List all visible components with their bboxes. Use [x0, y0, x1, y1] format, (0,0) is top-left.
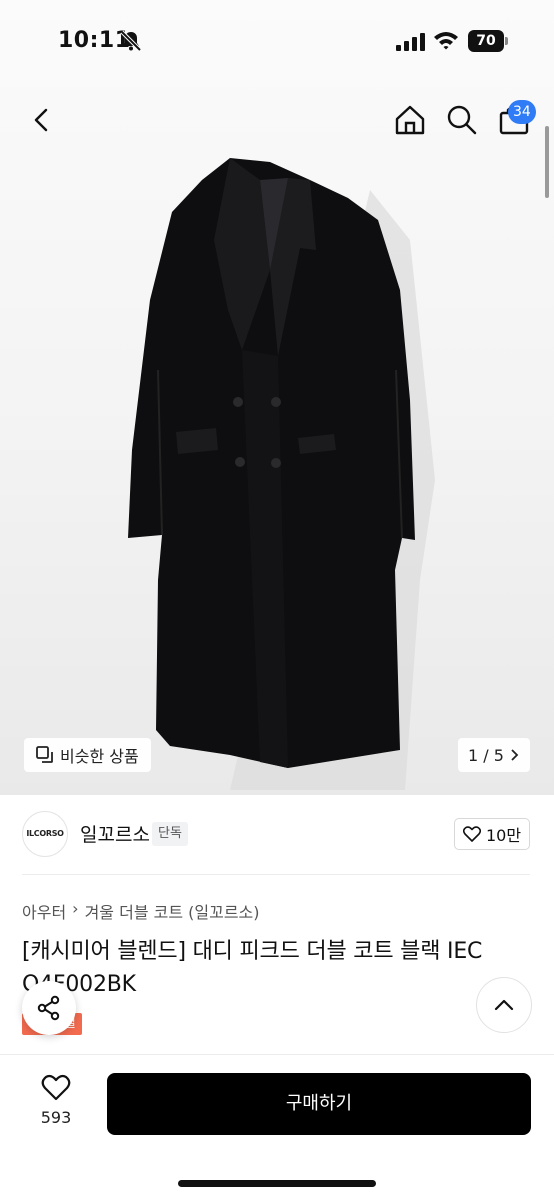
back-icon[interactable] — [22, 100, 62, 140]
battery-level: 70 — [468, 30, 504, 52]
product-title: [캐시미어 블렌드] 대디 피크드 더블 코트 블랙 IEC O4F002BK — [22, 939, 483, 997]
image-pager[interactable]: 1 / 5 — [458, 738, 530, 772]
home-indicator[interactable] — [178, 1180, 376, 1187]
status-bar: 10:11 70 — [0, 0, 554, 84]
exclusive-badge: 단독 — [152, 822, 188, 846]
wish-count: 593 — [40, 1108, 72, 1127]
page-indicator: 1 / 5 — [468, 745, 504, 765]
heart-icon — [462, 826, 481, 842]
seller-like-button[interactable]: 10만 — [454, 818, 530, 850]
breadcrumb-subcategory[interactable]: 겨울 더블 코트 (일꼬르소) — [85, 899, 260, 923]
wifi-icon — [434, 32, 458, 50]
chevron-up-icon — [494, 999, 514, 1011]
breadcrumb-separator: › — [72, 899, 79, 918]
similar-products-button[interactable]: 비슷한 상품 — [24, 738, 151, 772]
heart-icon — [41, 1074, 71, 1101]
similar-icon — [36, 746, 53, 763]
cart-count-badge: 34 — [508, 100, 536, 124]
search-icon[interactable] — [442, 100, 482, 140]
battery-indicator: 70 — [468, 30, 508, 52]
share-button[interactable] — [22, 981, 76, 1035]
home-icon[interactable] — [390, 100, 430, 140]
similar-products-label: 비슷한 상품 — [60, 747, 139, 766]
product-image[interactable] — [110, 150, 440, 790]
buy-button[interactable]: 구매하기 — [107, 1073, 531, 1135]
divider — [22, 874, 530, 875]
seller-name[interactable]: 일꼬르소 — [80, 820, 150, 847]
share-icon — [37, 995, 60, 1021]
silent-bell-icon — [120, 30, 142, 52]
seller-like-count: 10만 — [485, 826, 522, 845]
seller-logo[interactable]: ILCORSO — [22, 811, 68, 857]
chevron-right-icon — [511, 749, 519, 761]
wish-button[interactable]: 593 — [24, 1074, 88, 1134]
breadcrumb[interactable]: 아우터 › 겨울 더블 코트 (일꼬르소) — [22, 899, 260, 923]
breadcrumb-category[interactable]: 아우터 — [22, 899, 66, 923]
product-image-gallery[interactable]: 10:11 70 34 비슷한 상품 1 / 5 — [0, 0, 554, 795]
scrollbar[interactable] — [545, 126, 549, 198]
scroll-top-button[interactable] — [476, 977, 532, 1033]
signal-icon — [396, 33, 425, 51]
